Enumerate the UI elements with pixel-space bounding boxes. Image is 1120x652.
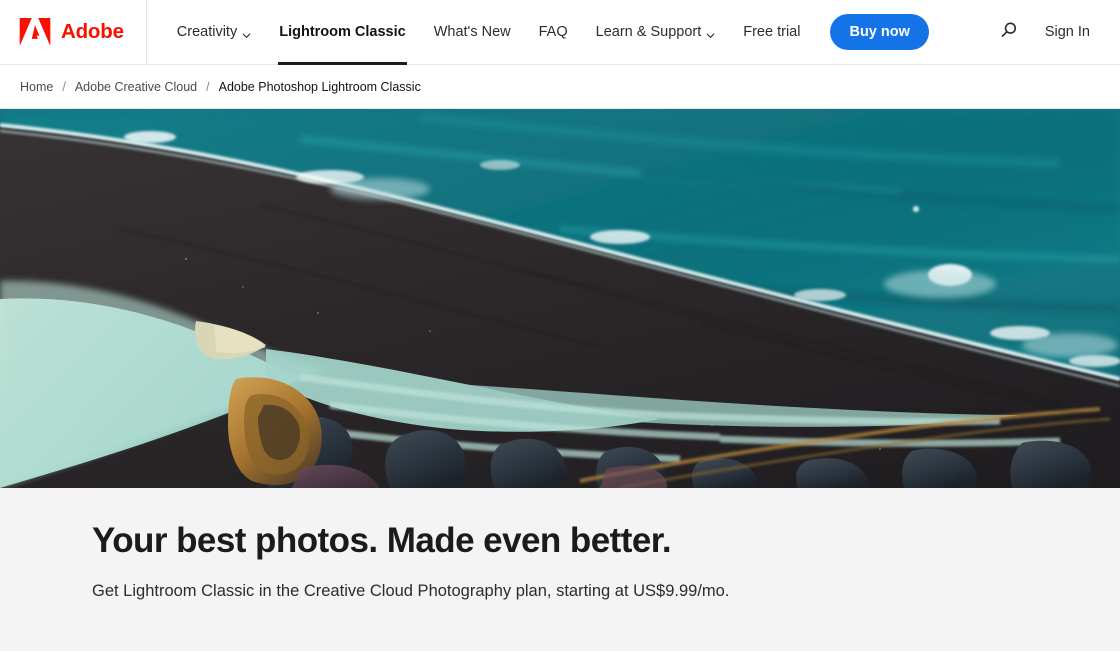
- nav-item-faq-label: FAQ: [538, 24, 568, 40]
- nav-right-cluster: Sign In: [989, 0, 1120, 65]
- nav-item-free-trial-label: Free trial: [743, 24, 801, 40]
- nav-item-whats-new[interactable]: What's New: [420, 0, 525, 65]
- page-title: Your best photos. Made even better.: [92, 521, 672, 560]
- nav-item-creativity-label: Creativity: [176, 24, 238, 40]
- nav-item-learn-and-support[interactable]: Learn & Support: [582, 0, 730, 65]
- adobe-wordmark: Adobe: [61, 19, 124, 43]
- breadcrumb-separator: /: [206, 79, 210, 94]
- breadcrumb-item-current: Adobe Photoshop Lightroom Classic: [218, 79, 421, 94]
- chevron-down-icon: [706, 28, 715, 38]
- chevron-down-icon: [242, 28, 251, 38]
- nav-item-free-trial[interactable]: Free trial: [729, 0, 814, 65]
- nav-item-creativity[interactable]: Creativity: [163, 0, 265, 65]
- hero-image: [0, 109, 1120, 488]
- primary-nav: Creativity Lightroom Classic What's New …: [147, 0, 929, 65]
- nav-item-lightroom-classic[interactable]: Lightroom Classic: [265, 0, 420, 65]
- search-button[interactable]: [989, 12, 1029, 52]
- search-icon: [998, 20, 1019, 44]
- breadcrumb: Home / Adobe Creative Cloud / Adobe Phot…: [0, 65, 1120, 109]
- page-subtitle: Get Lightroom Classic in the Creative Cl…: [92, 582, 730, 601]
- breadcrumb-item-home[interactable]: Home: [20, 80, 53, 94]
- global-navigation-bar: Adobe Creativity Lightroom Classic What'…: [0, 0, 1120, 65]
- nav-item-faq[interactable]: FAQ: [525, 0, 582, 65]
- hero-copy-section: Your best photos. Made even better. Get …: [0, 488, 1120, 651]
- nav-item-learn-and-support-label: Learn & Support: [595, 24, 702, 40]
- sign-in-link[interactable]: Sign In: [1033, 24, 1102, 40]
- breadcrumb-separator: /: [62, 79, 66, 94]
- adobe-a-logo-icon: [18, 17, 52, 47]
- buy-now-button[interactable]: Buy now: [830, 14, 929, 50]
- nav-item-whats-new-label: What's New: [433, 24, 511, 40]
- adobe-home-link[interactable]: Adobe: [0, 0, 146, 65]
- nav-item-lightroom-classic-label: Lightroom Classic: [279, 24, 406, 40]
- breadcrumb-item-adobe-creative-cloud[interactable]: Adobe Creative Cloud: [75, 80, 197, 94]
